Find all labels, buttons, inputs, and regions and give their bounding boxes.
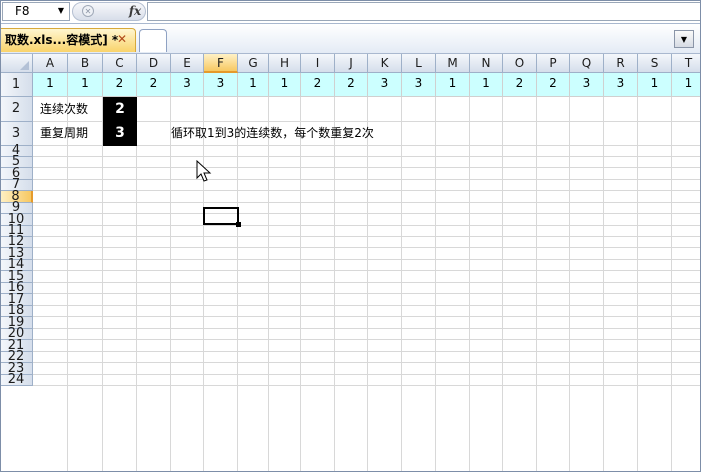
grid-line-v (569, 73, 570, 472)
cell-r1[interactable]: 3 (604, 73, 638, 97)
row-header-1[interactable]: 1 (0, 73, 33, 97)
cell-c1[interactable]: 2 (103, 73, 137, 97)
cell-f1[interactable]: 3 (204, 73, 238, 97)
column-header-f[interactable]: F (204, 54, 238, 73)
selected-cell[interactable] (203, 207, 239, 225)
grid-line-v (671, 73, 672, 472)
grid-line-h (33, 316, 701, 317)
grid-line-v (502, 73, 503, 472)
column-header-c[interactable]: C (103, 54, 137, 73)
value-repeat-count[interactable]: 2 (103, 97, 137, 122)
grid-line-h (33, 351, 701, 352)
cell-i1[interactable]: 2 (301, 73, 335, 97)
label-repeat-count[interactable]: 连续次数 (33, 97, 103, 122)
column-header-d[interactable]: D (137, 54, 171, 73)
cell-n1[interactable]: 1 (470, 73, 503, 97)
cell-p1[interactable]: 2 (537, 73, 570, 97)
column-header-i[interactable]: I (301, 54, 335, 73)
column-header-j[interactable]: J (335, 54, 368, 73)
grid-line-h (33, 293, 701, 294)
cell-d1[interactable]: 2 (137, 73, 171, 97)
column-header-m[interactable]: M (436, 54, 470, 73)
grid-line-v (401, 73, 402, 472)
cell-g1[interactable]: 1 (238, 73, 269, 97)
new-tab-button[interactable] (139, 29, 167, 52)
grid-line-v (603, 73, 604, 472)
row-header-2[interactable]: 2 (0, 97, 33, 122)
grid-line-h (33, 247, 701, 248)
grid-line-h (33, 362, 701, 363)
cancel-icon[interactable]: ✕ (82, 5, 94, 17)
grid-line-h (33, 202, 701, 203)
cell-b1[interactable]: 1 (68, 73, 103, 97)
grid-line-h (33, 282, 701, 283)
grid-line-h (33, 305, 701, 306)
cell-j1[interactable]: 2 (335, 73, 368, 97)
formula-input[interactable] (147, 2, 701, 21)
column-header-h[interactable]: H (269, 54, 301, 73)
chevron-down-icon: ▼ (680, 35, 688, 44)
label-repeat-period[interactable]: 重复周期 (33, 122, 103, 146)
column-header-k[interactable]: K (368, 54, 402, 73)
grid-line-h (33, 339, 701, 340)
cell-t1[interactable]: 1 (672, 73, 701, 97)
grid-line-v (435, 73, 436, 472)
column-header-l[interactable]: L (402, 54, 436, 73)
column-header-n[interactable]: N (470, 54, 503, 73)
workbook-tab-label: 取数.xls...容模式] * (5, 33, 119, 47)
column-header-g[interactable]: G (238, 54, 269, 73)
column-header-s[interactable]: S (638, 54, 672, 73)
note-text[interactable]: 循环取1到3的连续数，每个数重复2次 (171, 122, 374, 146)
cell-s1[interactable]: 1 (638, 73, 672, 97)
row-header-24[interactable]: 24 (0, 373, 33, 386)
cell-l1[interactable]: 3 (402, 73, 436, 97)
grid-line-h (33, 385, 701, 386)
close-icon[interactable]: ✕ (116, 33, 128, 45)
column-header-p[interactable]: P (537, 54, 570, 73)
fill-handle[interactable] (236, 222, 241, 227)
column-header-q[interactable]: Q (570, 54, 604, 73)
grid-line-h (33, 190, 701, 191)
cell-q1[interactable]: 3 (570, 73, 604, 97)
grid-line-v (637, 73, 638, 472)
grid-line-h (33, 328, 701, 329)
cell-k1[interactable]: 3 (368, 73, 402, 97)
tab-list-dropdown[interactable]: ▼ (674, 30, 694, 48)
grid-line-h (33, 213, 701, 214)
grid-line-h (33, 179, 701, 180)
cell-o1[interactable]: 2 (503, 73, 537, 97)
function-icon[interactable]: fx (126, 2, 144, 20)
arrow-pointer-icon (196, 160, 212, 182)
grid-line-v (536, 73, 537, 472)
cell-e1[interactable]: 3 (171, 73, 204, 97)
grid-line-h (33, 236, 701, 237)
grid-line-h (33, 225, 701, 226)
chevron-down-icon[interactable]: ▼ (54, 4, 68, 18)
grid-line-h (33, 259, 701, 260)
column-header-r[interactable]: R (604, 54, 638, 73)
column-header-e[interactable]: E (171, 54, 204, 73)
column-header-b[interactable]: B (68, 54, 103, 73)
grid-line-v (469, 73, 470, 472)
value-repeat-period[interactable]: 3 (103, 122, 137, 146)
grid-line-h (33, 167, 701, 168)
grid-line-h (33, 374, 701, 375)
column-header-o[interactable]: O (503, 54, 537, 73)
grid-line-h (33, 270, 701, 271)
cell-m1[interactable]: 1 (436, 73, 470, 97)
cell-h1[interactable]: 1 (269, 73, 301, 97)
grid-line-h (33, 156, 701, 157)
cell-a1[interactable]: 1 (33, 73, 68, 97)
select-all-icon (20, 61, 29, 70)
column-header-t[interactable]: T (672, 54, 701, 73)
column-header-a[interactable]: A (33, 54, 68, 73)
